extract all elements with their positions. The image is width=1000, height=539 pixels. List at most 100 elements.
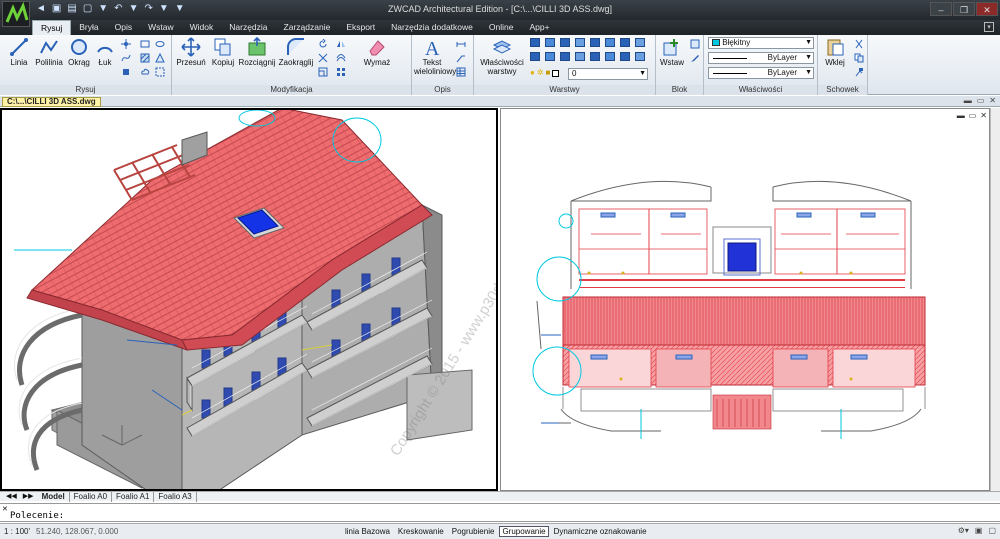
point-icon[interactable]	[121, 39, 131, 49]
stretch-button[interactable]: Rozciągnij	[238, 37, 276, 67]
document-tab[interactable]: C:\...\CILLI 3D ASS.dwg	[2, 97, 101, 107]
layer-tool-icon[interactable]	[605, 38, 615, 47]
layer-tool-icon[interactable]	[635, 52, 645, 61]
array-icon[interactable]	[336, 67, 346, 77]
tab-eksport[interactable]: Eksport	[338, 20, 383, 35]
layer-tool-icon[interactable]	[635, 38, 645, 47]
layer-properties-button[interactable]: Właściwości warstwy	[478, 37, 526, 76]
layer-tool-icon[interactable]	[590, 52, 600, 61]
move-button[interactable]: Przesuń	[176, 37, 206, 67]
tab-narzedzia-dodatkowe[interactable]: Narzędzia dodatkowe	[383, 20, 481, 35]
ribbon-minimize-icon[interactable]: ▾	[984, 22, 994, 32]
tab-rysuj[interactable]: Rysuj	[32, 20, 72, 35]
command-line[interactable]: ✕ Polecenie:	[0, 503, 1000, 522]
tab-opis[interactable]: Opis	[107, 20, 140, 35]
tab-zarzadzanie[interactable]: Zarządzanie	[276, 20, 339, 35]
match-properties-icon[interactable]	[854, 67, 864, 77]
layer-tool-icon[interactable]	[560, 38, 570, 47]
tab-foalio-a1[interactable]: Foalio A1	[112, 492, 155, 502]
scale-icon[interactable]	[318, 67, 328, 77]
paste-button[interactable]: Wklej	[820, 37, 850, 67]
fillet-button[interactable]: Zaokrąglij	[278, 37, 314, 67]
cut-icon[interactable]	[854, 39, 864, 49]
tab-online[interactable]: Online	[481, 20, 522, 35]
vertical-scrollbar[interactable]	[990, 108, 1000, 491]
sun-icon[interactable]: ✲	[537, 68, 544, 80]
create-block-icon[interactable]	[690, 39, 700, 49]
command-close-icon[interactable]: ✕	[2, 505, 8, 513]
insert-block-button[interactable]: Wstaw	[658, 37, 686, 67]
layout-nav-last-icon[interactable]: ▶▶	[19, 492, 38, 502]
linetype-dropdown[interactable]: ByLayer ▼	[708, 52, 814, 64]
annotation-scale[interactable]: 1 : 100'	[4, 527, 30, 536]
layer-tool-icon[interactable]	[605, 52, 615, 61]
circle-button[interactable]: Okrąg	[66, 37, 92, 67]
tab-model[interactable]: Model	[38, 492, 70, 502]
minimize-button[interactable]: –	[930, 2, 952, 16]
tab-bryla[interactable]: Bryła	[71, 20, 106, 35]
toggle-grupowanie[interactable]: Grupowanie	[499, 526, 549, 537]
viewport-restore-icon[interactable]: ▭	[969, 111, 977, 120]
tab-foalio-a3[interactable]: Foalio A3	[154, 492, 197, 502]
offset-icon[interactable]	[336, 53, 346, 63]
arc-button[interactable]: Łuk	[94, 37, 116, 67]
polyline-button[interactable]: Polilinia	[34, 37, 64, 67]
edit-block-icon[interactable]	[690, 53, 700, 63]
lineweight-dropdown[interactable]: ByLayer ▼	[708, 67, 814, 79]
layer-tool-icon[interactable]	[620, 52, 630, 61]
color-dropdown[interactable]: Błękitny ▼	[708, 37, 814, 49]
tab-app-plus[interactable]: App+	[521, 20, 557, 35]
dimension-icon[interactable]	[456, 39, 466, 49]
zwcad-logo-icon[interactable]	[2, 1, 30, 27]
layer-color-swatch[interactable]	[552, 70, 560, 77]
fullscreen-icon[interactable]: ▢	[988, 526, 996, 535]
layer-tool-icon[interactable]	[620, 38, 630, 47]
toggle-linia-bazowa[interactable]: linia Bazowa	[342, 526, 393, 537]
layer-tool-icon[interactable]	[530, 52, 540, 61]
layout-nav-first-icon[interactable]: ◀◀	[4, 492, 19, 502]
unlock-icon[interactable]: ■	[546, 68, 551, 80]
erase-button[interactable]: Wymaż	[362, 37, 392, 67]
close-button[interactable]: ✕	[976, 2, 998, 16]
line-button[interactable]: Linia	[6, 37, 32, 67]
lock-icon[interactable]: ▣	[975, 526, 983, 535]
trim-icon[interactable]	[318, 53, 328, 63]
doc-minimize-icon[interactable]: ▬	[964, 96, 972, 105]
tab-widok[interactable]: Widok	[182, 20, 222, 35]
toggle-pogrubienie[interactable]: Pogrubienie	[449, 526, 498, 537]
copy-button[interactable]: Kopiuj	[210, 37, 236, 67]
layer-tool-icon[interactable]	[545, 52, 555, 61]
layer-dropdown[interactable]: 0 ▼	[568, 68, 648, 80]
layer-tool-icon[interactable]	[530, 38, 540, 47]
spline-icon[interactable]	[121, 53, 131, 63]
lightbulb-icon[interactable]: ●	[530, 68, 535, 80]
workspace-gear-icon[interactable]: ⚙▾	[958, 526, 969, 535]
doc-close-icon[interactable]: ✕	[989, 96, 996, 105]
layer-tool-icon[interactable]	[590, 38, 600, 47]
tab-narzedzia[interactable]: Narzędzia	[221, 20, 275, 35]
rectangle-icon[interactable]	[140, 39, 150, 49]
viewport-minimize-icon[interactable]: ▬	[957, 111, 965, 120]
ellipse-icon[interactable]	[155, 39, 165, 49]
leader-icon[interactable]	[456, 53, 466, 63]
toggle-dynamiczne-oznakowanie[interactable]: Dynamiczne oznakowanie	[551, 526, 650, 537]
layer-tool-icon[interactable]	[545, 38, 555, 47]
copy-clip-icon[interactable]	[854, 53, 864, 63]
layer-tool-icon[interactable]	[560, 52, 570, 61]
doc-restore-icon[interactable]: ▭	[977, 96, 985, 105]
region-icon[interactable]	[155, 53, 165, 63]
viewport-3d[interactable]: Copyright © 2015 - www.p30download.com	[0, 108, 498, 491]
hatch-icon[interactable]	[140, 53, 150, 63]
rotate-icon[interactable]	[318, 39, 328, 49]
table-icon[interactable]	[456, 67, 466, 77]
layer-tool-icon[interactable]	[575, 38, 585, 47]
layer-tool-icon[interactable]	[575, 52, 585, 61]
mtext-button[interactable]: A Tekst wieloliniowy	[414, 37, 456, 76]
maximize-button[interactable]: ❐	[953, 2, 975, 16]
toggle-kreskowanie[interactable]: Kreskowanie	[395, 526, 447, 537]
viewport-plan[interactable]: ▬ ▭ ✕	[500, 108, 990, 491]
tab-wstaw[interactable]: Wstaw	[140, 20, 182, 35]
viewport-close-icon[interactable]: ✕	[980, 111, 987, 120]
revision-cloud-icon[interactable]	[140, 67, 150, 77]
boundary-icon[interactable]	[155, 67, 165, 77]
